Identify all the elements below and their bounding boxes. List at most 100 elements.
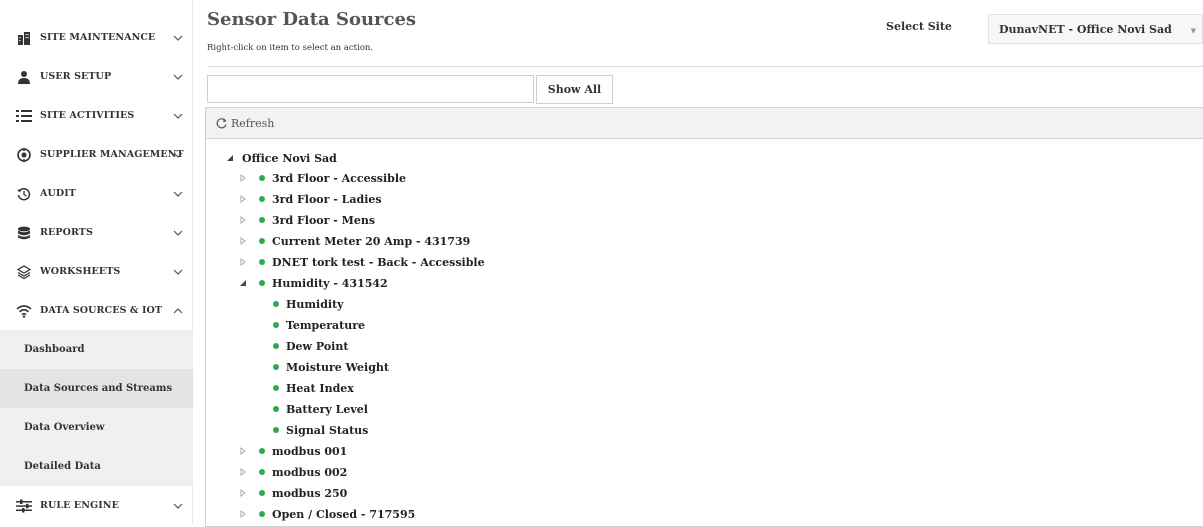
chevron-down-icon xyxy=(173,152,183,158)
page-title: Sensor Data Sources xyxy=(207,9,417,30)
expanded-triangle-icon[interactable] xyxy=(224,152,236,164)
nav-worksheets[interactable]: WORKSHEETS xyxy=(0,252,193,291)
tree-node-label: DNET tork test - Back - Accessible xyxy=(272,255,485,269)
nav-audit[interactable]: AUDIT xyxy=(0,174,193,213)
tree-node-label: Current Meter 20 Amp - 431739 xyxy=(272,234,471,248)
status-dot-icon xyxy=(273,385,279,391)
nav-label: DATA SOURCES & IOT xyxy=(40,305,163,316)
subnav-label: Detailed Data xyxy=(24,461,101,472)
chevron-down-icon xyxy=(173,113,183,119)
tree-node-label: Office Novi Sad xyxy=(242,151,337,165)
nav-rule-engine[interactable]: RULE ENGINE xyxy=(0,486,193,525)
status-dot-icon xyxy=(273,301,279,307)
tree-filter-input[interactable] xyxy=(207,75,534,103)
tree-node[interactable]: DNET tork test - Back - Accessible xyxy=(237,252,485,272)
collapsed-triangle-icon[interactable] xyxy=(237,214,249,226)
tree-node[interactable]: modbus 002 xyxy=(237,462,347,482)
history-icon xyxy=(16,186,32,202)
tree-toolbar: Refresh xyxy=(206,108,1203,139)
nav-label: SITE MAINTENANCE xyxy=(40,32,156,43)
user-icon xyxy=(16,69,32,85)
subnav-label: Dashboard xyxy=(24,344,85,355)
status-dot-icon xyxy=(259,196,265,202)
nav-data-sources-iot[interactable]: DATA SOURCES & IOT xyxy=(0,291,193,330)
status-dot-icon xyxy=(259,259,265,265)
database-icon xyxy=(16,225,32,241)
supplier-icon xyxy=(16,147,32,163)
status-dot-icon xyxy=(259,217,265,223)
tree-node-label: Battery Level xyxy=(286,402,368,416)
subnav-detailed-data[interactable]: Detailed Data xyxy=(0,447,193,486)
show-all-button[interactable]: Show All xyxy=(536,75,613,104)
nav-supplier-management[interactable]: SUPPLIER MANAGEMENT xyxy=(0,135,193,174)
status-dot-icon xyxy=(273,406,279,412)
status-dot-icon xyxy=(259,511,265,517)
subnav-dashboard[interactable]: Dashboard xyxy=(0,330,193,369)
tree-node-label: Signal Status xyxy=(286,423,369,437)
status-dot-icon xyxy=(259,238,265,244)
status-dot-icon xyxy=(273,364,279,370)
tree-leaf[interactable]: Moisture Weight xyxy=(273,357,389,377)
tree-node-label: modbus 250 xyxy=(272,486,348,500)
layers-icon xyxy=(16,264,32,280)
subnav-data-sources-streams[interactable]: Data Sources and Streams xyxy=(0,369,193,408)
tree-node-root[interactable]: Office Novi Sad xyxy=(224,148,337,168)
subnav-label: Data Sources and Streams xyxy=(24,383,173,394)
chevron-down-icon xyxy=(173,74,183,80)
tree-node-label: Dew Point xyxy=(286,339,349,353)
site-select-value: DunavNET - Office Novi Sad xyxy=(999,22,1172,36)
tree-node-label: Humidity xyxy=(286,297,344,311)
nav-site-activities[interactable]: SITE ACTIVITIES xyxy=(0,96,193,135)
collapsed-triangle-icon[interactable] xyxy=(237,172,249,184)
subnav-label: Data Overview xyxy=(24,422,105,433)
status-dot-icon xyxy=(259,448,265,454)
collapsed-triangle-icon[interactable] xyxy=(237,235,249,247)
tree-node[interactable]: modbus 001 xyxy=(237,441,347,461)
tree-node-label: Humidity - 431542 xyxy=(272,276,388,290)
nav-label: SITE ACTIVITIES xyxy=(40,110,135,121)
tree-node[interactable]: 3rd Floor - Mens xyxy=(237,210,375,230)
tree-leaf[interactable]: Battery Level xyxy=(273,399,368,419)
tree-leaf[interactable]: Temperature xyxy=(273,315,365,335)
tree-node[interactable]: Open / Closed - 717595 xyxy=(237,504,415,524)
subnav-data-overview[interactable]: Data Overview xyxy=(0,408,193,447)
tree-leaf[interactable]: Heat Index xyxy=(273,378,354,398)
collapsed-triangle-icon[interactable] xyxy=(237,466,249,478)
site-select[interactable]: DunavNET - Office Novi Sad ▼ xyxy=(988,14,1203,44)
tree-leaf[interactable]: Dew Point xyxy=(273,336,348,356)
sidebar: SITE MAINTENANCE USER SETUP SITE ACTIVIT… xyxy=(0,0,193,523)
collapsed-triangle-icon[interactable] xyxy=(237,487,249,499)
collapsed-triangle-icon[interactable] xyxy=(237,508,249,520)
tree-node[interactable]: 3rd Floor - Ladies xyxy=(237,189,382,209)
expanded-triangle-icon[interactable] xyxy=(237,277,249,289)
tree-leaf[interactable]: Signal Status xyxy=(273,420,368,440)
building-icon xyxy=(16,30,32,46)
collapsed-triangle-icon[interactable] xyxy=(237,256,249,268)
tree-leaf[interactable]: Humidity xyxy=(273,294,344,314)
tree-node-label: 3rd Floor - Ladies xyxy=(272,192,382,206)
tree-node[interactable]: Current Meter 20 Amp - 431739 xyxy=(237,231,470,251)
nav-user-setup[interactable]: USER SETUP xyxy=(0,57,193,96)
nav-site-maintenance[interactable]: SITE MAINTENANCE xyxy=(0,18,193,57)
site-label: Select Site xyxy=(886,20,952,33)
nav-label: REPORTS xyxy=(40,227,93,238)
tree-node-expanded[interactable]: Humidity - 431542 xyxy=(237,273,388,293)
collapsed-triangle-icon[interactable] xyxy=(237,193,249,205)
tree-node[interactable]: 3rd Floor - Accessible xyxy=(237,168,406,188)
tree-node-label: modbus 002 xyxy=(272,465,348,479)
nav-reports[interactable]: REPORTS xyxy=(0,213,193,252)
tree-node-label: 3rd Floor - Accessible xyxy=(272,171,407,185)
refresh-button[interactable]: Refresh xyxy=(231,117,274,130)
chevron-down-icon xyxy=(173,269,183,275)
tree-node-label: modbus 001 xyxy=(272,444,348,458)
status-dot-icon xyxy=(259,280,265,286)
tree-node-label: Temperature xyxy=(286,318,366,332)
status-dot-icon xyxy=(259,175,265,181)
status-dot-icon xyxy=(273,427,279,433)
tree-node[interactable]: modbus 250 xyxy=(237,483,347,503)
wifi-icon xyxy=(16,303,32,319)
refresh-icon[interactable] xyxy=(215,117,228,130)
divider xyxy=(207,66,1203,67)
collapsed-triangle-icon[interactable] xyxy=(237,445,249,457)
list-icon xyxy=(16,108,32,124)
